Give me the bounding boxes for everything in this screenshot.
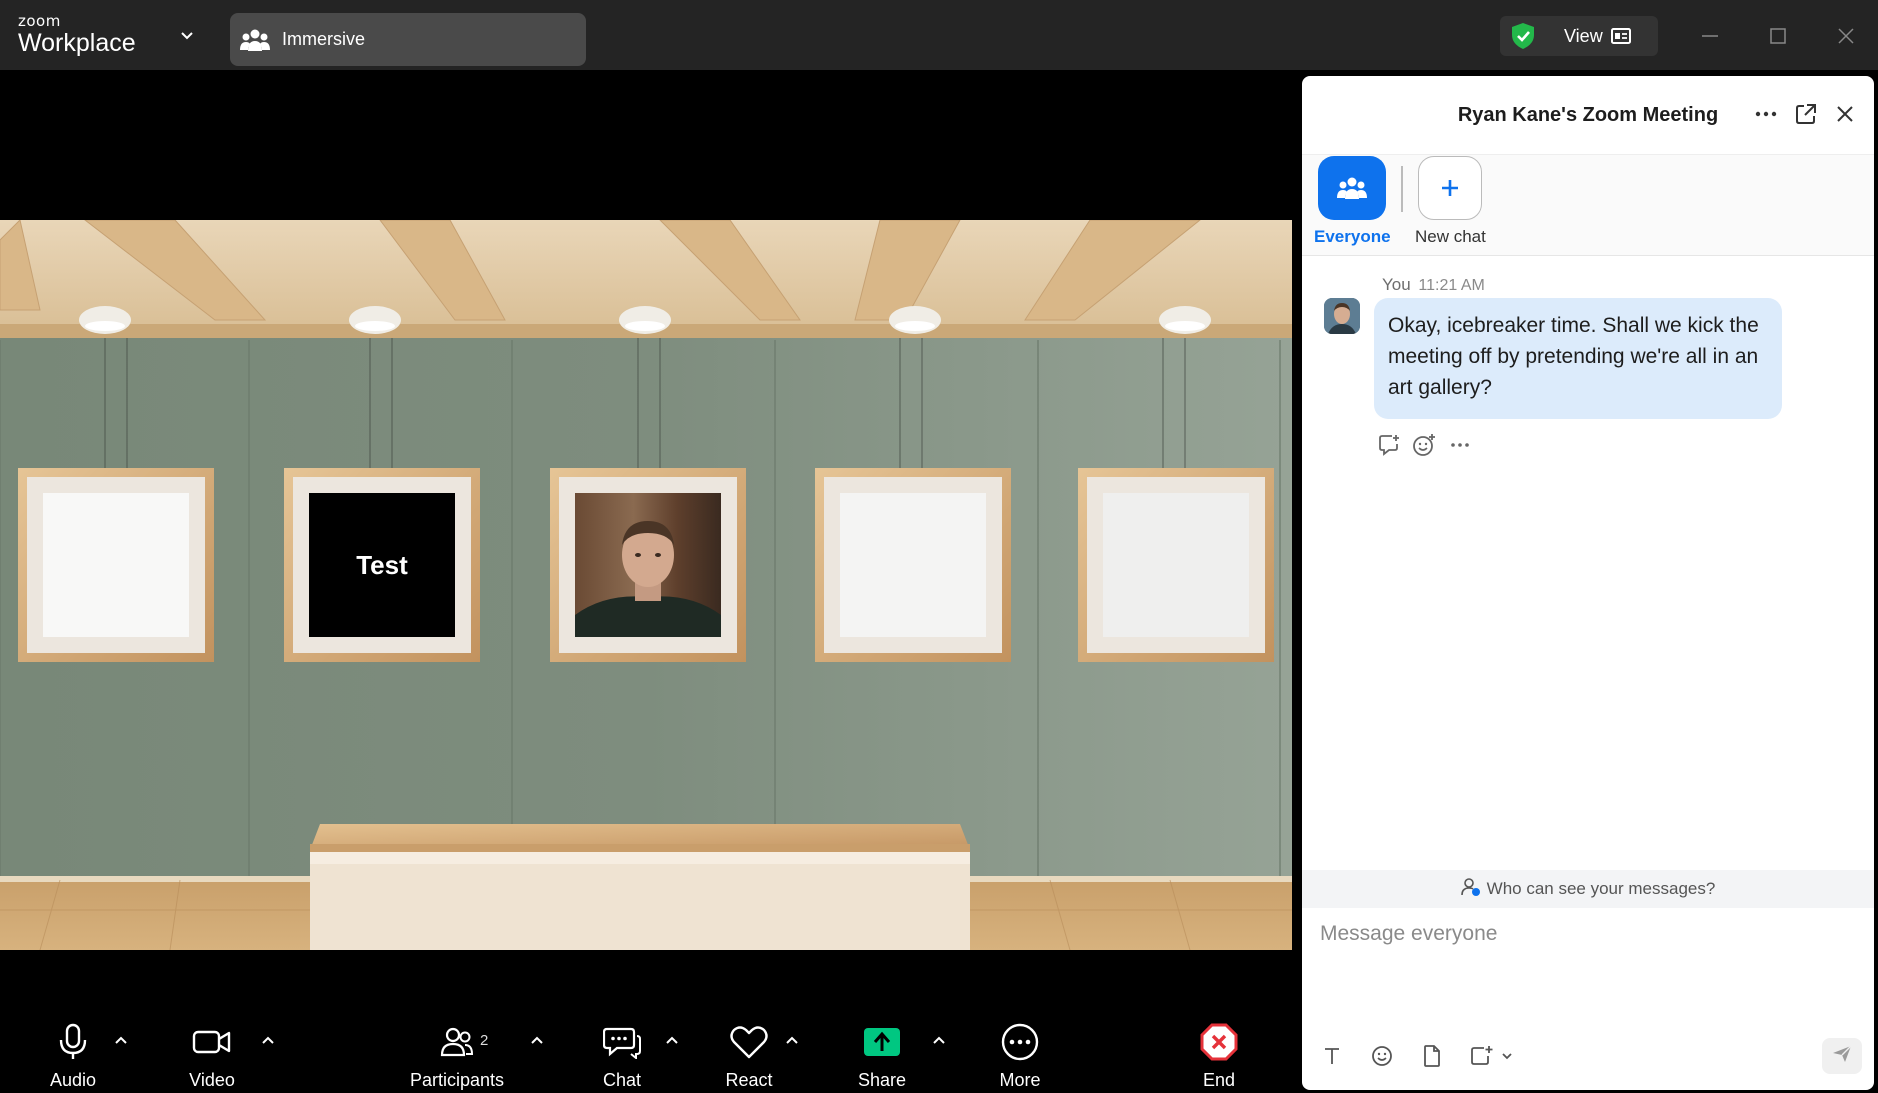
close-window-icon[interactable] — [1830, 20, 1862, 52]
video-options-caret-icon[interactable] — [258, 1032, 278, 1048]
message-time: 11:21 AM — [1418, 277, 1485, 294]
gallery-frame — [1078, 468, 1274, 662]
video-label: Video — [189, 1070, 235, 1090]
end-meeting-button[interactable]: End — [1164, 1020, 1274, 1093]
participants-count-badge: 2 — [480, 1032, 489, 1049]
share-screen-icon — [827, 1020, 937, 1064]
person-avatar-icon — [575, 521, 721, 637]
participants-button[interactable]: Participants — [402, 1020, 512, 1093]
gallery-frame — [18, 468, 214, 662]
message-more-icon[interactable] — [1447, 432, 1473, 458]
who-can-see-label: Who can see your messages? — [1486, 879, 1716, 898]
audio-options-caret-icon[interactable] — [111, 1032, 131, 1048]
avatar[interactable] — [1324, 298, 1360, 334]
react-label: React — [725, 1070, 773, 1090]
people-icon — [238, 23, 272, 57]
immersive-gallery-scene: Test — [0, 220, 1292, 950]
maximize-icon[interactable] — [1762, 20, 1794, 52]
meeting-toolbar: Audio Video Participants 2 Chat React Sh… — [0, 1010, 1293, 1093]
recipient-everyone-label: Everyone — [1314, 227, 1391, 246]
chevron-down-icon[interactable] — [178, 26, 196, 44]
recipient-divider — [1401, 166, 1403, 212]
view-mode-label: Immersive — [282, 29, 366, 49]
send-button[interactable] — [1822, 1038, 1862, 1074]
share-label: Share — [857, 1070, 907, 1090]
chevron-down-icon[interactable] — [1498, 1042, 1516, 1070]
screenshot-icon[interactable] — [1468, 1042, 1496, 1070]
recipient-new-chat[interactable]: New chat — [1415, 156, 1486, 247]
chat-icon — [567, 1020, 677, 1064]
person-privacy-icon — [1460, 877, 1481, 902]
shield-icon — [1510, 22, 1536, 50]
send-icon — [1831, 1044, 1853, 1069]
video-button[interactable]: Video — [157, 1020, 267, 1093]
share-options-caret-icon[interactable] — [929, 1032, 949, 1048]
zoom-logo: zoom Workplace — [18, 12, 136, 58]
brand-big: Workplace — [18, 29, 136, 57]
format-text-icon[interactable] — [1318, 1042, 1346, 1070]
more-options-icon[interactable] — [1752, 100, 1780, 128]
gallery-frame: Test — [284, 468, 480, 662]
pop-out-icon[interactable] — [1792, 100, 1820, 128]
minimize-icon[interactable] — [1694, 20, 1726, 52]
recipient-everyone[interactable]: Everyone — [1314, 156, 1391, 247]
participant-video-tile[interactable] — [575, 493, 721, 637]
participant-name-label: Test — [356, 549, 408, 580]
react-options-caret-icon[interactable] — [782, 1032, 802, 1048]
more-dots-icon — [965, 1020, 1075, 1064]
who-can-see-messages-link[interactable]: Who can see your messages? — [1302, 870, 1874, 908]
message-input[interactable]: Message everyone — [1320, 922, 1497, 946]
recipient-new-chat-label: New chat — [1415, 227, 1486, 246]
chat-label: Chat — [602, 1070, 642, 1090]
more-label: More — [999, 1070, 1041, 1090]
grid-view-icon — [1610, 28, 1631, 44]
participants-label: Participants — [409, 1070, 505, 1090]
plus-icon — [1418, 156, 1483, 220]
view-mode-tab[interactable]: Immersive — [230, 13, 586, 66]
more-button[interactable]: More — [965, 1020, 1075, 1093]
participants-options-caret-icon[interactable] — [527, 1032, 547, 1048]
message-meta: You 11:21 AM — [1382, 275, 1485, 295]
add-reaction-icon[interactable] — [1411, 432, 1437, 458]
reply-in-thread-icon[interactable] — [1376, 432, 1402, 458]
gallery-frame — [815, 468, 1011, 662]
close-icon[interactable] — [1831, 100, 1859, 128]
emoji-icon[interactable] — [1368, 1042, 1396, 1070]
gallery-frame — [550, 468, 746, 662]
file-icon[interactable] — [1418, 1042, 1446, 1070]
view-button-label: View — [1564, 25, 1603, 46]
brand-small: zoom — [18, 12, 61, 30]
participants-icon — [402, 1020, 512, 1064]
chat-panel-title: Ryan Kane's Zoom Meeting — [1457, 104, 1719, 126]
video-camera-icon — [157, 1020, 267, 1064]
view-button[interactable]: View — [1500, 16, 1658, 56]
audio-label: Audio — [49, 1070, 97, 1090]
message-bubble[interactable]: Okay, icebreaker time. Shall we kick the… — [1374, 298, 1782, 419]
everyone-people-icon — [1318, 156, 1387, 220]
zoom-app: zoom Workplace Immersive View Test Audio… — [0, 0, 1878, 1093]
chat-panel: Ryan Kane's Zoom Meeting Everyone New ch… — [1302, 76, 1874, 1090]
chat-button[interactable]: Chat — [567, 1020, 677, 1093]
share-button[interactable]: Share — [827, 1020, 937, 1093]
audio-button[interactable]: Audio — [18, 1020, 128, 1093]
end-label: End — [1202, 1070, 1236, 1090]
meeting-stage: Test — [0, 70, 1293, 1093]
end-call-icon — [1164, 1020, 1274, 1064]
message-sender: You — [1382, 275, 1411, 294]
title-bar: zoom Workplace Immersive View — [0, 0, 1878, 70]
chat-panel-header: Ryan Kane's Zoom Meeting — [1302, 76, 1874, 146]
react-button[interactable]: React — [694, 1020, 804, 1093]
chat-options-caret-icon[interactable] — [662, 1032, 682, 1048]
participant-tile-test[interactable]: Test — [309, 493, 455, 637]
